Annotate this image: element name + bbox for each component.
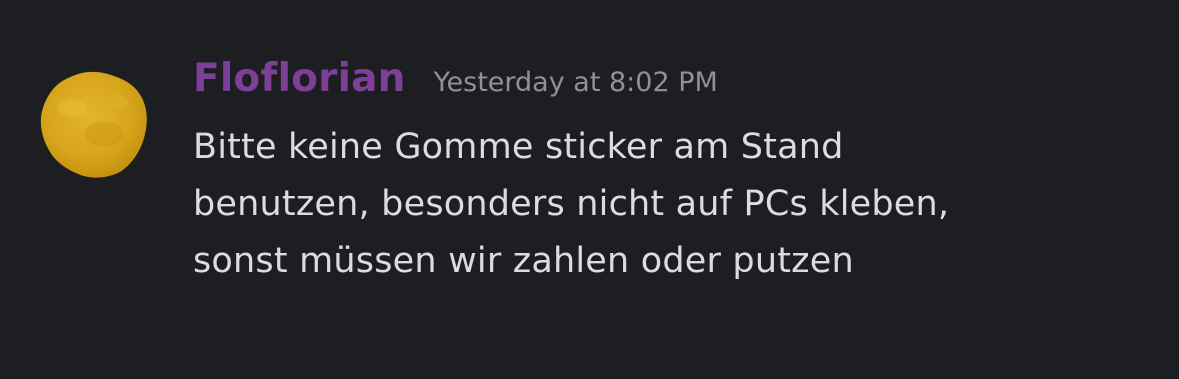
chat-message: Floflorian Yesterday at 8:02 PM Bitte ke… bbox=[0, 0, 1179, 379]
message-header: Floflorian Yesterday at 8:02 PM bbox=[193, 56, 718, 112]
message-line: Bitte keine Gomme sticker am Stand bbox=[193, 127, 844, 167]
avatar[interactable] bbox=[38, 68, 150, 180]
message-line: sonst müssen wir zahlen oder putzen bbox=[193, 241, 854, 281]
message-timestamp[interactable]: Yesterday at 8:02 PM bbox=[434, 67, 718, 98]
message-line: benutzen, besonders nicht auf PCs kleben… bbox=[193, 184, 950, 224]
message-content: Bitte keine Gomme sticker am Stand benut… bbox=[193, 119, 1153, 290]
yellow-blob-avatar-icon bbox=[40, 71, 147, 178]
author-username[interactable]: Floflorian bbox=[193, 56, 406, 101]
